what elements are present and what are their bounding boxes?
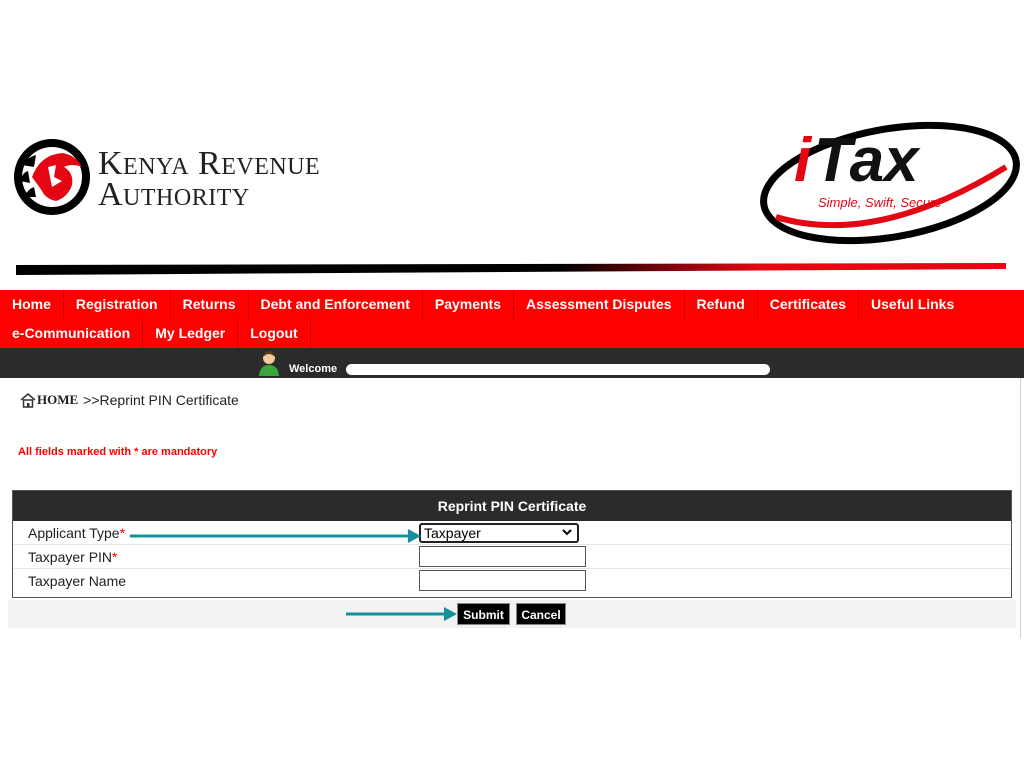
itax-i-letter: i: [794, 126, 813, 195]
cancel-button[interactable]: Cancel: [516, 603, 566, 625]
annotation-arrow-icon: [346, 607, 457, 621]
taxpayer-name-row: Taxpayer Name: [13, 569, 1011, 593]
annotation-arrow-icon: [130, 529, 421, 543]
nav-item-e-communication[interactable]: e-Communication: [0, 319, 144, 348]
kra-lion-logo: [14, 139, 90, 215]
nav-item-my-ledger[interactable]: My Ledger: [143, 319, 239, 348]
nav-item-registration[interactable]: Registration: [64, 290, 171, 319]
nav-item-assessment-disputes[interactable]: Assessment Disputes: [514, 290, 685, 319]
main-content: HOME >>Reprint PIN Certificate All field…: [0, 378, 1024, 658]
reprint-pin-form: Reprint PIN Certificate Applicant Type* …: [12, 490, 1012, 598]
taxpayer-name-label: Taxpayer Name: [28, 573, 127, 589]
taxpayer-pin-input[interactable]: [419, 546, 586, 567]
nav-row-secondary: e-Communication My Ledger Logout: [0, 319, 1024, 348]
required-marker: *: [112, 549, 118, 565]
site-header: Kenya Revenue Authority i Tax Simple, Sw…: [0, 115, 1024, 290]
home-icon[interactable]: [20, 392, 36, 408]
welcome-label: Welcome: [289, 363, 338, 375]
kra-wordmark: Kenya Revenue Authority: [98, 145, 321, 213]
form-button-bar: Submit Cancel: [8, 600, 1016, 628]
main-navigation: Home Registration Returns Debt and Enforcem…: [0, 290, 1024, 348]
mandatory-fields-note: All fields marked with * are mandatory: [18, 446, 218, 458]
taxpayer-name-input[interactable]: [419, 570, 586, 591]
taxpayer-pin-label: Taxpayer PIN*: [28, 549, 118, 565]
breadcrumb-home-link[interactable]: HOME: [37, 392, 78, 408]
itax-tagline: Simple, Swift, Secure: [818, 195, 942, 210]
applicant-type-label: Applicant Type*: [28, 525, 125, 541]
nav-item-useful-links[interactable]: Useful Links: [859, 290, 1024, 319]
applicant-type-select[interactable]: Taxpayer: [419, 523, 579, 543]
nav-item-home[interactable]: Home: [0, 290, 64, 319]
redacted-username: [346, 364, 770, 375]
user-avatar-icon: [259, 351, 279, 376]
breadcrumb: HOME >>Reprint PIN Certificate: [20, 392, 239, 408]
taxpayer-pin-row: Taxpayer PIN*: [13, 545, 1011, 569]
taxpayer-pin-label-text: Taxpayer PIN: [28, 549, 113, 565]
itax-tax-letters: Tax: [814, 126, 921, 195]
nav-item-returns[interactable]: Returns: [171, 290, 249, 319]
nav-row-primary: Home Registration Returns Debt and Enforcem…: [0, 290, 1024, 319]
org-name-line2: Authority: [98, 176, 250, 213]
applicant-type-selected-value: Taxpayer: [424, 525, 481, 541]
required-marker: *: [119, 525, 126, 541]
nav-item-refund[interactable]: Refund: [685, 290, 758, 319]
chevron-down-icon: [562, 529, 572, 536]
breadcrumb-current: >>Reprint PIN Certificate: [83, 392, 239, 408]
form-title: Reprint PIN Certificate: [13, 491, 1011, 521]
nav-item-payments[interactable]: Payments: [423, 290, 515, 319]
nav-item-logout[interactable]: Logout: [238, 319, 311, 348]
content-right-border: [1020, 378, 1021, 638]
submit-button[interactable]: Submit: [457, 603, 510, 625]
header-swoosh: [16, 263, 1006, 275]
itax-logo: i Tax Simple, Swift, Secure: [760, 121, 1020, 245]
nav-item-debt-and-enforcement[interactable]: Debt and Enforcement: [249, 290, 423, 319]
nav-item-certificates[interactable]: Certificates: [758, 290, 860, 319]
applicant-type-label-text: Applicant Type: [28, 525, 120, 541]
org-name-line1: Kenya Revenue: [98, 145, 321, 182]
